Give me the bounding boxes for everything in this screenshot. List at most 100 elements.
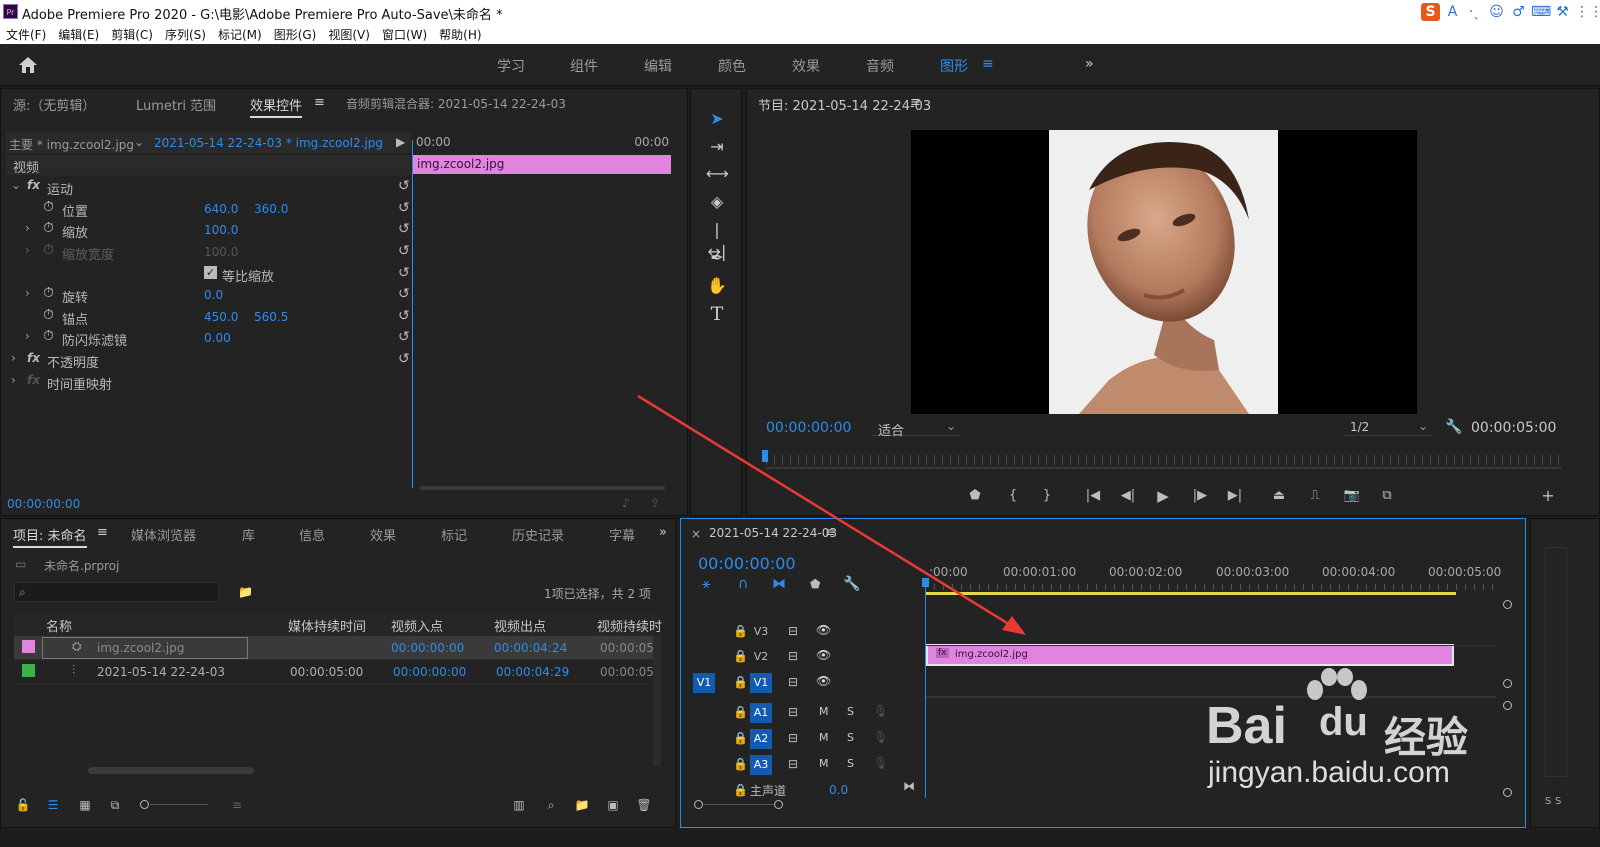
timeline-timecode[interactable]: 00:00:00:00 [698,554,796,573]
tab-libraries[interactable]: 库 [242,525,255,544]
solo-button[interactable]: S [1545,796,1551,807]
tab-menu-icon[interactable]: ≡ [314,95,325,110]
item-name[interactable]: 2021-05-14 22-24-03 [97,665,225,679]
fx-icon[interactable]: fx [27,351,40,365]
export-frame-icon[interactable]: 📷 [1341,486,1363,506]
tab-history[interactable]: 历史记录 [512,525,564,544]
step-forward-icon[interactable]: |▶ [1189,486,1211,506]
track-v2-label[interactable]: V2 [750,647,772,667]
program-timecode[interactable]: 00:00:00:00 [766,420,851,436]
pen-tool-icon[interactable]: ✒ [706,247,728,269]
resolution-dropdown[interactable]: 1/2 ⌄ [1344,418,1432,436]
tab-captions[interactable]: 字幕 [609,525,635,544]
tab-audio-mixer[interactable]: 音频剪辑混合器: 2021-05-14 22-24-03 [346,95,566,112]
source-patch-v1[interactable]: V1 [693,673,715,693]
scroll-handle[interactable] [694,800,703,809]
lift-icon[interactable]: ⏏ [1268,486,1290,506]
tab-source[interactable]: 源:（无剪辑） [13,95,95,114]
flicker-value[interactable]: 0.00 [204,331,231,345]
ripple-edit-tool-icon[interactable]: ⟷ [706,163,729,185]
ime-tools-icon[interactable]: ⚒ [1553,3,1572,21]
ec-zoom-scrollbar[interactable] [420,486,665,490]
track-a1-label[interactable]: A1 [750,703,772,723]
position-x-value[interactable]: 640.0 [204,202,238,216]
ime-keyboard-icon[interactable]: ⌨ [1531,3,1551,21]
table-row[interactable]: ⛭ img.zcool2.jpg 00:00:00:00 00:00:04:24… [14,636,660,660]
track-a2-label[interactable]: A2 [750,729,772,749]
reset-icon[interactable]: ↺ [398,201,412,215]
chevron-down-icon[interactable]: ⌄ [11,178,21,192]
sort-icons-icon[interactable]: ≡ [228,797,246,813]
ec-timecode[interactable]: 00:00:00:00 [7,497,80,511]
workspace-menu-icon[interactable]: ≡ [982,56,994,72]
project-vertical-scrollbar[interactable] [653,636,661,766]
ime-menu-icon[interactable]: ⋮⋮ [1575,3,1600,21]
microphone-icon[interactable]: 🎙 [873,730,888,744]
linked-selection-icon[interactable]: ⧓ [772,576,786,592]
reset-icon[interactable]: ↺ [398,179,412,193]
chevron-down-icon[interactable]: ⌄ [134,135,144,149]
sync-lock-icon[interactable]: ⊟ [788,757,798,771]
scroll-handle[interactable] [1503,600,1512,609]
master-track-value[interactable]: 0.0 [829,783,848,797]
solo-button[interactable]: S [847,731,854,744]
scroll-handle[interactable] [1503,679,1512,688]
snap-icon[interactable]: ∩ [738,576,748,592]
mute-button[interactable]: M [819,705,829,718]
tab-effect-controls[interactable]: 效果控件 [250,95,303,118]
add-marker-icon[interactable]: ⬟ [964,486,986,506]
workspace-learn[interactable]: 学习 [497,56,525,76]
track-select-tool-icon[interactable]: ⇥ [706,136,728,158]
timeline-menu-icon[interactable]: ≡ [825,525,835,539]
sync-lock-icon[interactable]: ⊟ [788,731,798,745]
lock-icon[interactable]: 🔒 [733,624,748,638]
freeform-view-icon[interactable]: ⧉ [106,797,124,813]
workspace-color[interactable]: 颜色 [718,56,746,76]
video-tracks-scrollbar[interactable] [1503,600,1513,688]
ime-voice-icon[interactable]: ♂ [1509,3,1528,21]
sync-lock-icon[interactable]: ⊟ [788,675,798,689]
stopwatch-icon[interactable]: ⏱ [43,285,54,301]
program-menu-icon[interactable]: ≡ [910,95,921,110]
audio-tracks-scrollbar[interactable] [1503,701,1513,797]
reset-icon[interactable]: ↺ [398,330,412,344]
chevron-right-icon[interactable]: › [11,351,16,365]
workspace-editing[interactable]: 编辑 [644,56,672,76]
add-marker-icon[interactable]: ⬟ [810,577,820,591]
lock-icon[interactable]: 🔓 [14,797,32,813]
ec-clip-bar[interactable]: img.zcool2.jpg [413,155,671,174]
chevron-right-icon[interactable]: › [25,329,30,343]
scroll-handle[interactable] [1503,788,1512,797]
workspace-audio[interactable]: 音频 [866,56,894,76]
rotation-value[interactable]: 0.0 [204,288,223,302]
razor-tool-icon[interactable]: ◈ [706,191,728,213]
mute-button[interactable]: M [819,757,829,770]
table-row[interactable]: ⫶ 2021-05-14 22-24-03 00:00:05:00 00:00:… [14,660,660,684]
project-search-input[interactable]: ⌕ [14,582,219,602]
timeline-ruler[interactable]: :00:00 00:00:01:00 00:00:02:00 00:00:03:… [925,563,1501,595]
menu-file[interactable]: 文件(F) [0,24,52,44]
workspace-effects[interactable]: 效果 [792,56,820,76]
eye-icon[interactable]: 👁 [816,623,831,637]
tab-effects[interactable]: 效果 [370,525,396,544]
timeline-title[interactable]: 2021-05-14 22-24-03 [709,526,837,540]
icon-view-icon[interactable]: ▦ [76,797,94,813]
program-time-ruler[interactable] [766,455,1561,465]
label-color-swatch[interactable] [22,640,35,653]
anchor-y-value[interactable]: 560.5 [254,310,288,324]
menu-clip[interactable]: 剪辑(C) [105,24,159,44]
ime-punct-icon[interactable]: ·ˎ [1465,3,1484,21]
stopwatch-icon[interactable]: ⏱ [43,199,54,215]
close-icon[interactable]: × [691,527,701,541]
sync-lock-icon[interactable]: ⊟ [788,649,798,663]
tab-info[interactable]: 信息 [299,525,325,544]
zoom-slider-handle[interactable] [140,800,149,809]
timeline-settings-icon[interactable]: 🔧 [843,576,860,592]
tab-project[interactable]: 项目: 未命名 [13,525,87,548]
eye-icon[interactable]: 👁 [816,648,831,662]
stopwatch-icon[interactable]: ⏱ [43,328,54,344]
clear-icon[interactable]: 🗑 [635,797,653,813]
workspace-graphics[interactable]: 图形 [940,56,968,76]
scroll-handle[interactable] [774,800,783,809]
project-menu-icon[interactable]: ≡ [97,525,108,540]
